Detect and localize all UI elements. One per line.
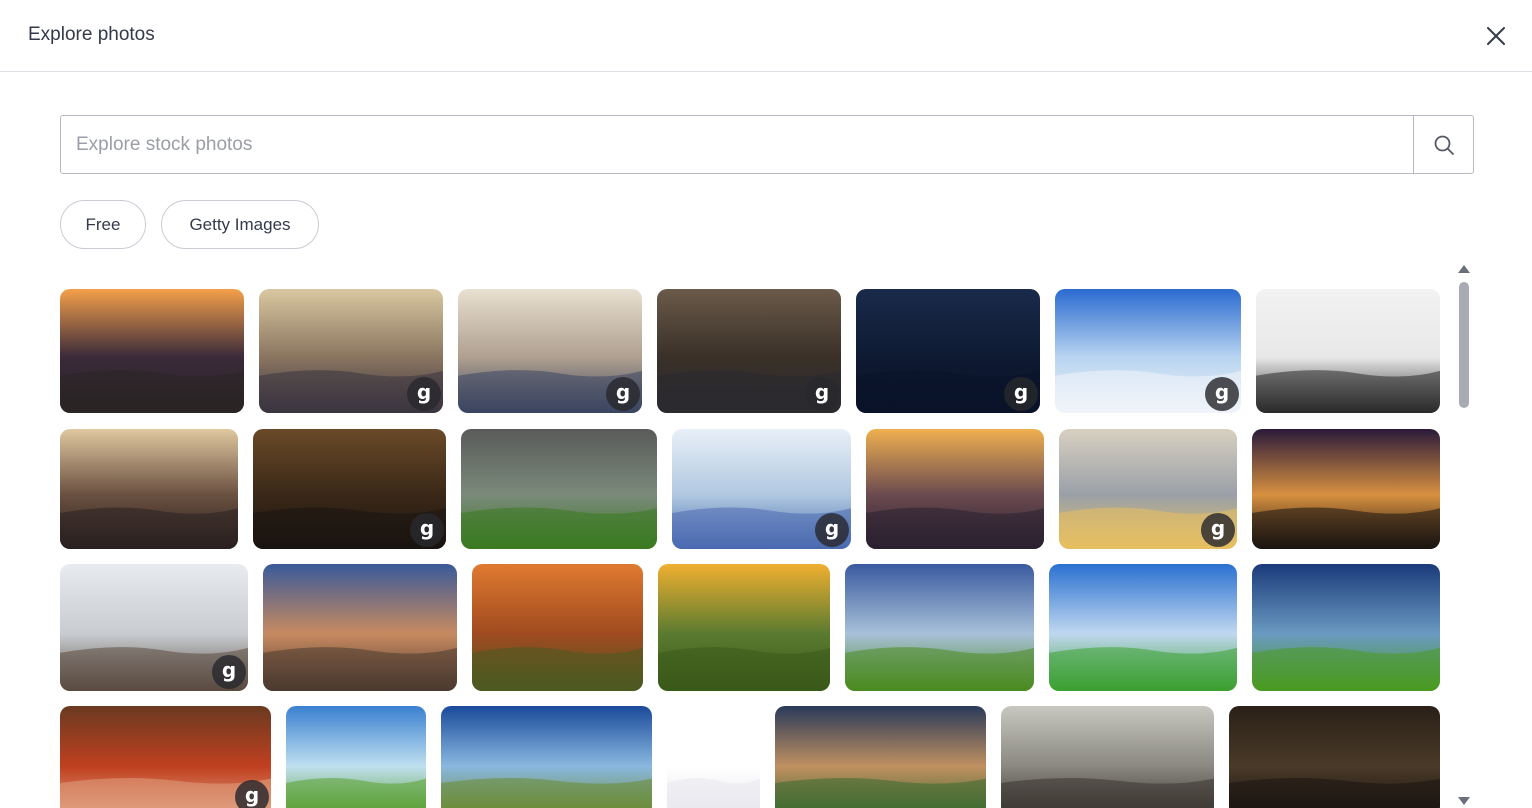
photo-thumbnail[interactable]: g	[856, 289, 1040, 413]
modal-title: Explore photos	[28, 24, 155, 45]
close-icon	[1487, 27, 1505, 45]
search-icon	[1434, 135, 1454, 155]
photo-image	[286, 706, 426, 808]
photo-image	[1252, 564, 1440, 691]
photo-thumbnail[interactable]: g	[60, 564, 248, 691]
photo-image	[658, 564, 830, 691]
photo-thumbnail[interactable]	[775, 706, 986, 808]
photo-thumbnail[interactable]	[263, 564, 457, 691]
photo-image	[667, 706, 760, 808]
photo-thumbnail[interactable]: g	[458, 289, 642, 413]
search-button[interactable]	[1413, 116, 1473, 173]
photo-thumbnail[interactable]	[60, 429, 238, 549]
modal-header: Explore photos	[0, 0, 1532, 72]
scroll-up-arrow-icon[interactable]	[1458, 265, 1470, 273]
search-input[interactable]	[61, 116, 1413, 173]
photo-thumbnail[interactable]	[441, 706, 652, 808]
photo-image	[441, 706, 652, 808]
photo-thumbnail[interactable]: g	[1055, 289, 1241, 413]
photo-thumbnail[interactable]: g	[259, 289, 443, 413]
photo-thumbnail[interactable]	[60, 289, 244, 413]
photo-image	[1001, 706, 1214, 808]
photo-thumbnail[interactable]	[1001, 706, 1214, 808]
photo-thumbnail[interactable]: g	[60, 706, 271, 808]
photo-thumbnail[interactable]	[1256, 289, 1440, 413]
photo-image	[60, 429, 238, 549]
photo-grid: g g g g g g g g g g	[0, 262, 1460, 808]
photo-thumbnail[interactable]	[658, 564, 830, 691]
photo-thumbnail[interactable]: g	[253, 429, 446, 549]
search-box	[60, 115, 1474, 174]
getty-badge-icon: g	[235, 780, 269, 808]
photo-thumbnail[interactable]	[1252, 429, 1440, 549]
photo-thumbnail[interactable]: g	[672, 429, 851, 549]
photo-thumbnail[interactable]	[845, 564, 1034, 691]
getty-badge-icon: g	[212, 655, 246, 689]
filter-free[interactable]: Free	[60, 200, 146, 249]
photo-image	[1229, 706, 1440, 808]
filter-getty-images[interactable]: Getty Images	[161, 200, 319, 249]
photo-image	[775, 706, 986, 808]
close-button[interactable]	[1484, 24, 1508, 48]
getty-badge-icon: g	[805, 377, 839, 411]
getty-badge-icon: g	[1004, 377, 1038, 411]
photo-image	[1049, 564, 1237, 691]
photo-thumbnail[interactable]: g	[657, 289, 841, 413]
photo-image	[866, 429, 1044, 549]
photo-thumbnail[interactable]	[461, 429, 657, 549]
scrollbar[interactable]	[1457, 262, 1471, 808]
photo-thumbnail[interactable]	[472, 564, 643, 691]
getty-badge-icon: g	[407, 377, 441, 411]
photo-thumbnail[interactable]	[1229, 706, 1440, 808]
photo-image	[845, 564, 1034, 691]
scroll-down-arrow-icon[interactable]	[1458, 797, 1470, 805]
photo-image	[60, 289, 244, 413]
getty-badge-icon: g	[606, 377, 640, 411]
scrollbar-thumb[interactable]	[1459, 282, 1469, 408]
getty-badge-icon: g	[815, 513, 849, 547]
getty-badge-icon: g	[1201, 513, 1235, 547]
photo-image	[1256, 289, 1440, 413]
getty-badge-icon: g	[410, 513, 444, 547]
photo-thumbnail[interactable]	[866, 429, 1044, 549]
photo-thumbnail[interactable]	[667, 706, 760, 808]
photo-thumbnail[interactable]	[1252, 564, 1440, 691]
photo-image	[461, 429, 657, 549]
getty-badge-icon: g	[1205, 377, 1239, 411]
photo-thumbnail[interactable]: g	[1059, 429, 1237, 549]
photo-image	[263, 564, 457, 691]
photo-thumbnail[interactable]	[1049, 564, 1237, 691]
photo-image	[472, 564, 643, 691]
photo-image	[1252, 429, 1440, 549]
photo-thumbnail[interactable]	[286, 706, 426, 808]
